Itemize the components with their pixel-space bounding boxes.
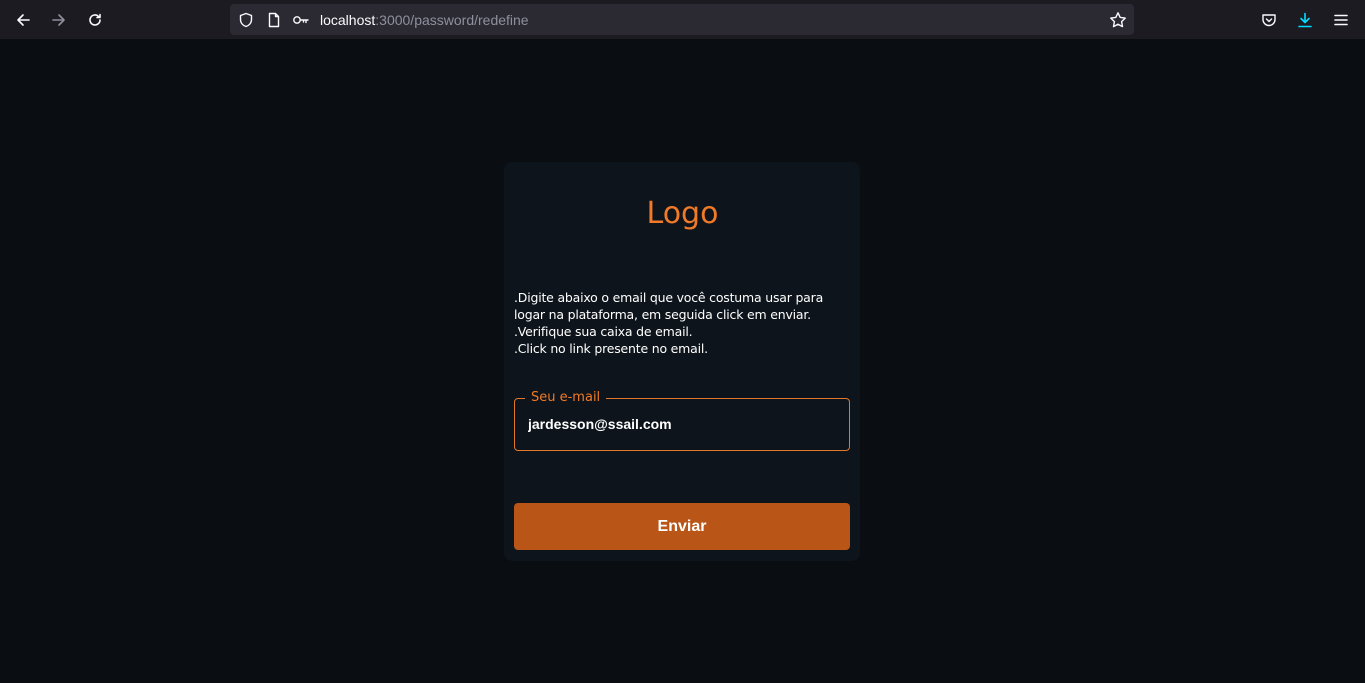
instructions: .Digite abaixo o email que você costuma … [514, 289, 854, 357]
menu-icon[interactable] [1328, 7, 1354, 33]
url-text: localhost:3000/password/redefine [320, 12, 529, 28]
key-icon[interactable] [292, 11, 310, 29]
back-icon[interactable] [10, 7, 36, 33]
url-bar[interactable]: localhost:3000/password/redefine [230, 4, 1134, 35]
page-icon[interactable] [265, 11, 283, 29]
email-field-label: Seu e-mail [525, 389, 607, 407]
url-host: localhost [320, 12, 376, 28]
shield-icon[interactable] [237, 11, 255, 29]
instruction-line: .Digite abaixo o email que você costuma … [514, 290, 824, 322]
logo: Logo [646, 196, 719, 231]
email-field[interactable]: Seu e-mail [514, 389, 850, 451]
star-icon[interactable] [1109, 11, 1127, 29]
email-input[interactable] [528, 414, 838, 434]
url-path: :3000/password/redefine [375, 12, 529, 28]
instruction-line: .Verifique sua caixa de email. [514, 324, 693, 339]
pocket-icon[interactable] [1256, 7, 1282, 33]
reload-icon[interactable] [82, 7, 108, 33]
browser-toolbar: localhost:3000/password/redefine [0, 0, 1365, 39]
forward-icon[interactable] [46, 7, 72, 33]
submit-button[interactable]: Enviar [514, 503, 850, 550]
instruction-line: .Click no link presente no email. [514, 341, 708, 356]
download-icon[interactable] [1292, 7, 1318, 33]
